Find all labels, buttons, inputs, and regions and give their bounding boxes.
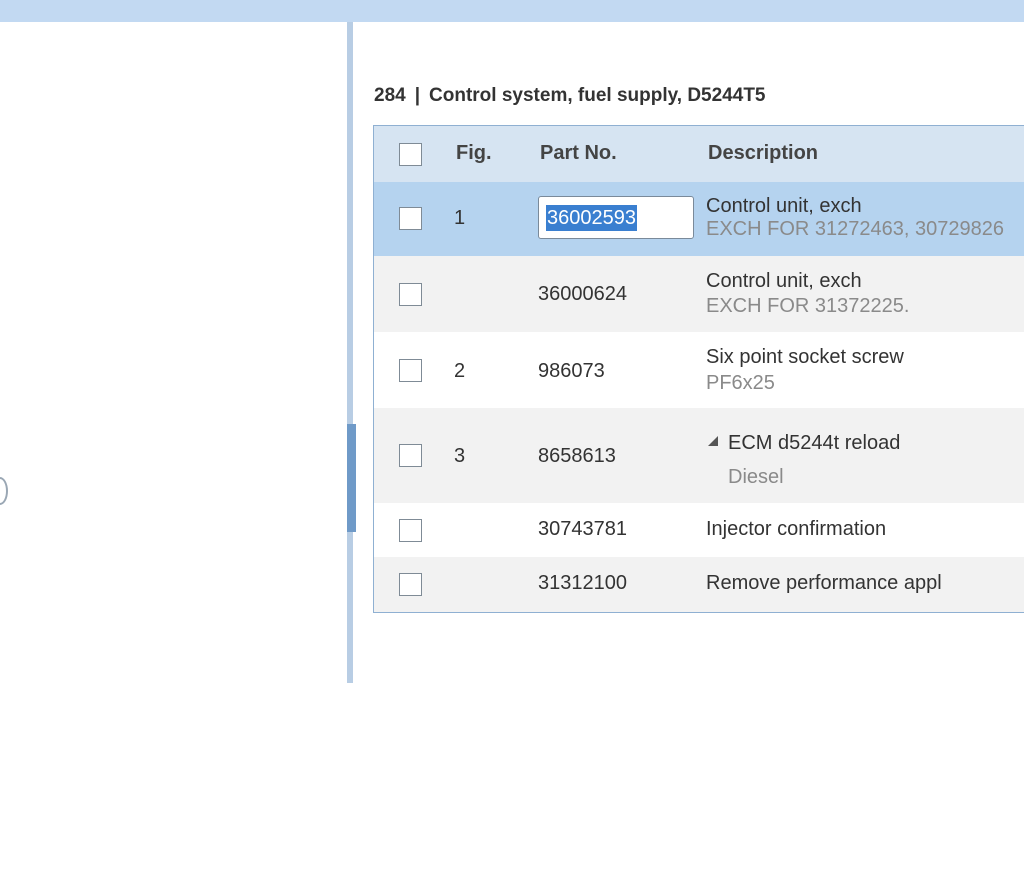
part-note: EXCH FOR 31372225.	[706, 295, 910, 317]
table-row[interactable]: 3 8658613 ECM d5244t reload Diesel	[374, 408, 1024, 503]
pane-splitter[interactable]	[346, 22, 356, 885]
left-pane	[0, 22, 346, 683]
part-description: ECM d5244t reload	[728, 432, 901, 454]
fig-number: 2	[454, 360, 466, 382]
part-number-selected-text[interactable]: 36002593	[546, 205, 637, 231]
column-header-fig[interactable]: Fig.	[456, 142, 492, 165]
section-separator: |	[414, 85, 421, 106]
section-number: 284	[374, 85, 406, 106]
row-checkbox[interactable]	[399, 359, 422, 382]
table-row[interactable]: 36000624 Control unit, exch EXCH FOR 313…	[374, 256, 1024, 332]
triangle-expanded-icon[interactable]	[708, 436, 718, 446]
chevron-left-icon[interactable]	[349, 873, 354, 885]
splitter-line	[347, 22, 353, 683]
row-checkbox[interactable]	[399, 519, 422, 542]
table-row[interactable]: 2 986073 Six point socket screw PF6x25	[374, 332, 1024, 408]
section-name: Control system, fuel supply, D5244T5	[429, 85, 766, 106]
part-note: EXCH FOR 31272463, 30729826	[706, 218, 1004, 240]
fig-number: 3	[454, 445, 466, 467]
row-checkbox[interactable]	[399, 207, 422, 230]
top-bar	[0, 0, 1024, 22]
part-description: Six point socket screw	[706, 346, 904, 368]
part-number-input[interactable]: 36002593	[538, 196, 694, 239]
part-number: 31312100	[538, 572, 627, 594]
column-header-part-no[interactable]: Part No.	[540, 142, 617, 165]
select-all-checkbox[interactable]	[399, 143, 422, 166]
row-checkbox[interactable]	[399, 444, 422, 467]
part-description: Control unit, exch	[706, 195, 862, 217]
part-description: Control unit, exch	[706, 270, 862, 292]
parts-table: Fig. Part No. Description 1 36002593 Con…	[373, 125, 1024, 613]
partial-icon	[0, 477, 8, 505]
section-title: 284 | Control system, fuel supply, D5244T5	[374, 85, 766, 107]
table-row[interactable]: 31312100 Remove performance appl	[374, 557, 1024, 612]
splitter-handle[interactable]	[347, 424, 356, 885]
table-header: Fig. Part No. Description	[374, 126, 1024, 182]
part-number: 36000624	[538, 283, 627, 305]
part-description: Injector confirmation	[706, 518, 887, 540]
row-checkbox[interactable]	[399, 283, 422, 306]
column-header-description[interactable]: Description	[708, 142, 818, 165]
row-checkbox[interactable]	[399, 573, 422, 596]
part-number: 30743781	[538, 518, 627, 540]
part-number: 986073	[538, 360, 605, 382]
table-row[interactable]: 30743781 Injector confirmation	[374, 503, 1024, 557]
fig-number: 1	[454, 207, 466, 229]
part-number: 8658613	[538, 445, 616, 467]
part-note: Diesel	[728, 466, 784, 488]
part-note: PF6x25	[706, 372, 775, 394]
part-description: Remove performance appl	[706, 572, 942, 594]
parts-pane: 284 | Control system, fuel supply, D5244T5…	[358, 22, 1024, 683]
table-row[interactable]: 1 36002593 Control unit, exch EXCH FOR 3…	[374, 182, 1024, 256]
